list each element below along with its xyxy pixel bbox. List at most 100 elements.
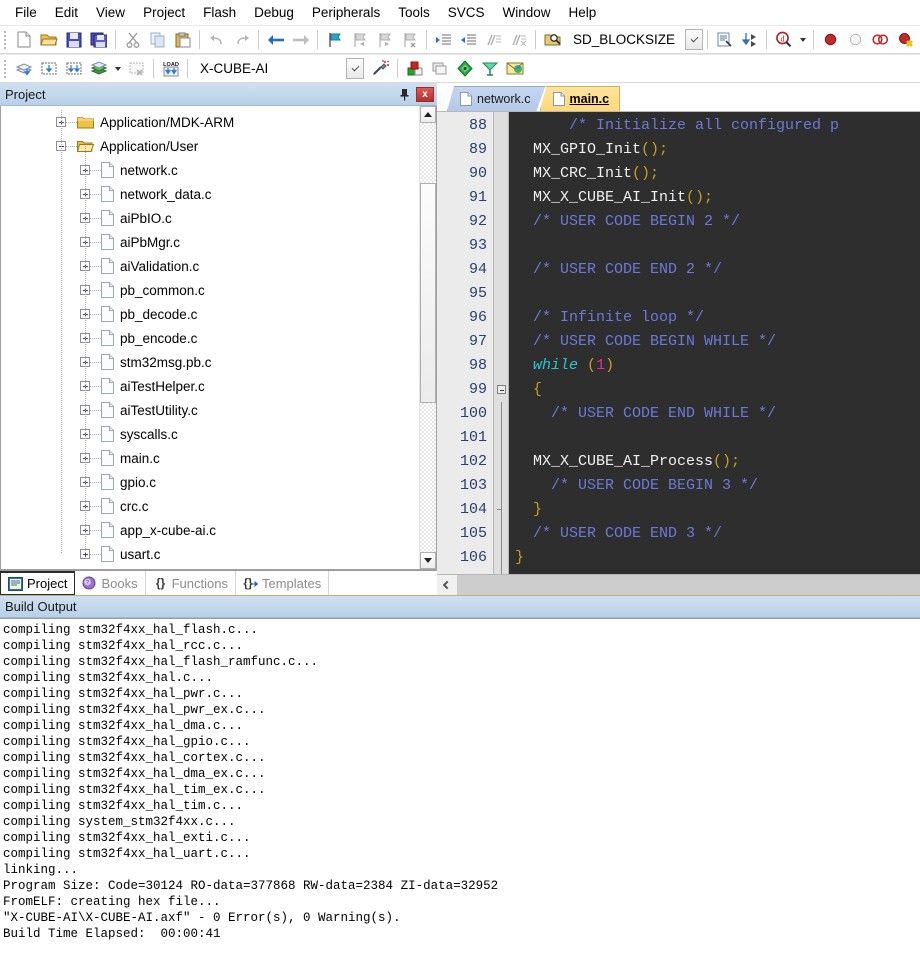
- editor-horizontal-scrollbar[interactable]: [437, 574, 920, 595]
- breakpoint-error-icon[interactable]: [893, 28, 918, 52]
- code-line[interactable]: MX_X_CUBE_AI_Process();: [515, 450, 920, 474]
- pin-icon[interactable]: [396, 86, 412, 102]
- paste-icon[interactable]: [170, 28, 195, 52]
- indent-right-icon[interactable]: [431, 28, 456, 52]
- batch-build-icon[interactable]: [86, 57, 111, 81]
- bookmark-prev-icon[interactable]: [347, 28, 372, 52]
- find-dropdown-caret[interactable]: [796, 28, 809, 52]
- select-software-packs-icon[interactable]: [402, 57, 427, 81]
- bookmark-clear-icon[interactable]: [397, 28, 422, 52]
- bookmark-toggle-icon[interactable]: [322, 28, 347, 52]
- menu-help[interactable]: Help: [560, 3, 606, 22]
- fold-collapse-box[interactable]: [497, 385, 506, 394]
- batch-build-dropdown-caret[interactable]: [111, 57, 124, 81]
- tree-item-aivalidation-c[interactable]: aiValidation.c: [1, 254, 419, 278]
- insert-breakpoint-icon[interactable]: [818, 28, 843, 52]
- target-combo-value[interactable]: X-CUBE-AI: [192, 57, 342, 81]
- rebuild-all-icon[interactable]: [61, 57, 86, 81]
- find-icon[interactable]: d: [771, 28, 796, 52]
- editor-tab-network-c[interactable]: network.c: [447, 86, 546, 111]
- scrollbar-track[interactable]: [420, 123, 436, 552]
- code-line[interactable]: MX_GPIO_Init();: [515, 138, 920, 162]
- menu-flash[interactable]: Flash: [194, 3, 245, 22]
- code-folding-column[interactable]: [493, 112, 509, 574]
- manage-run-time-env-icon[interactable]: [368, 57, 393, 81]
- code-line[interactable]: }: [515, 546, 920, 570]
- tree-item-pb-encode-c[interactable]: pb_encode.c: [1, 326, 419, 350]
- project-tree[interactable]: Application/MDK-ARMApplication/Usernetwo…: [1, 106, 419, 569]
- navigate-forward-icon[interactable]: [288, 28, 313, 52]
- code-line[interactable]: [515, 570, 920, 574]
- new-file-icon[interactable]: [11, 28, 36, 52]
- scroll-down-button[interactable]: [420, 552, 436, 569]
- comment-icon[interactable]: [481, 28, 506, 52]
- kill-all-breakpoints-icon[interactable]: [868, 28, 893, 52]
- toolbar-grip[interactable]: [2, 59, 8, 79]
- download-icon[interactable]: LOAD: [158, 57, 183, 81]
- code-line[interactable]: /* USER CODE END WHILE */: [515, 402, 920, 426]
- menu-window[interactable]: Window: [493, 3, 559, 22]
- panel-tab-books[interactable]: ?Books: [75, 571, 145, 595]
- code-line[interactable]: /* USER CODE END 3 */: [515, 522, 920, 546]
- tree-item-network-c[interactable]: network.c: [1, 158, 419, 182]
- find-combo-value[interactable]: SD_BLOCKSIZE: [565, 28, 681, 52]
- translate-file-icon[interactable]: [11, 57, 36, 81]
- navigate-back-icon[interactable]: [263, 28, 288, 52]
- manage-project-items-icon[interactable]: [502, 57, 527, 81]
- code-line[interactable]: }: [515, 498, 920, 522]
- code-line[interactable]: /* Initialize all configured p: [515, 114, 920, 138]
- tree-item-aipbmgr-c[interactable]: aiPbMgr.c: [1, 230, 419, 254]
- goto-definition-icon[interactable]: [737, 28, 762, 52]
- build-target-icon[interactable]: [36, 57, 61, 81]
- save-all-icon[interactable]: [86, 28, 111, 52]
- project-windows-icon[interactable]: [427, 57, 452, 81]
- tree-item-syscalls-c[interactable]: syscalls.c: [1, 422, 419, 446]
- tree-item-gpio-c[interactable]: gpio.c: [1, 470, 419, 494]
- code-line[interactable]: /* USER CODE BEGIN 3 */: [515, 474, 920, 498]
- panel-tab-templates[interactable]: {}Templates: [236, 571, 329, 595]
- tree-item-aitestutility-c[interactable]: aiTestUtility.c: [1, 398, 419, 422]
- scroll-up-button[interactable]: [420, 106, 436, 123]
- menu-debug[interactable]: Debug: [245, 3, 303, 22]
- toolbar-grip[interactable]: [2, 30, 8, 50]
- menu-file[interactable]: File: [6, 3, 46, 22]
- tree-item-pb-common-c[interactable]: pb_common.c: [1, 278, 419, 302]
- bookmark-next-icon[interactable]: [372, 28, 397, 52]
- open-file-icon[interactable]: [36, 28, 61, 52]
- code-line[interactable]: {: [515, 378, 920, 402]
- code-line[interactable]: /* Infinite loop */: [515, 306, 920, 330]
- save-icon[interactable]: [61, 28, 86, 52]
- redo-icon[interactable]: [229, 28, 254, 52]
- tree-item-crc-c[interactable]: crc.c: [1, 494, 419, 518]
- scroll-left-button[interactable]: [437, 575, 457, 595]
- tree-item-pb-decode-c[interactable]: pb_decode.c: [1, 302, 419, 326]
- code-line[interactable]: [515, 234, 920, 258]
- find-in-files-icon[interactable]: [540, 28, 565, 52]
- cut-icon[interactable]: [120, 28, 145, 52]
- build-output-text[interactable]: compiling stm32f4xx_hal_flash.c... compi…: [0, 618, 920, 953]
- code-line[interactable]: MX_CRC_Init();: [515, 162, 920, 186]
- scrollbar-thumb[interactable]: [420, 183, 436, 403]
- panel-tab-functions[interactable]: {}Functions: [146, 571, 236, 595]
- fold-marker[interactable]: [494, 378, 508, 402]
- tree-item-application-user[interactable]: Application/User: [1, 134, 419, 158]
- browse-symbol-icon[interactable]: [712, 28, 737, 52]
- tree-item-network-data-c[interactable]: network_data.c: [1, 182, 419, 206]
- target-combo-dropdown[interactable]: [346, 58, 364, 79]
- menu-peripherals[interactable]: Peripherals: [303, 3, 389, 22]
- close-icon[interactable]: x: [416, 87, 434, 102]
- code-line[interactable]: /* USER CODE END 2 */: [515, 258, 920, 282]
- editor-body[interactable]: 8889909192939495969798991001011021031041…: [437, 111, 920, 574]
- indent-left-icon[interactable]: [456, 28, 481, 52]
- tree-item-usart-c[interactable]: usart.c: [1, 542, 419, 566]
- menu-svcs[interactable]: SVCS: [439, 3, 494, 22]
- hscroll-thumb[interactable]: [457, 575, 920, 595]
- uncomment-icon[interactable]: [506, 28, 531, 52]
- code-line[interactable]: /* USER CODE BEGIN 2 */: [515, 210, 920, 234]
- menu-project[interactable]: Project: [134, 3, 194, 22]
- stop-build-icon[interactable]: [124, 57, 149, 81]
- undo-icon[interactable]: [204, 28, 229, 52]
- tree-item-app-x-cube-ai-c[interactable]: app_x-cube-ai.c: [1, 518, 419, 542]
- configuration-wizard-icon[interactable]: [452, 57, 477, 81]
- tree-item-aipbio-c[interactable]: aiPbIO.c: [1, 206, 419, 230]
